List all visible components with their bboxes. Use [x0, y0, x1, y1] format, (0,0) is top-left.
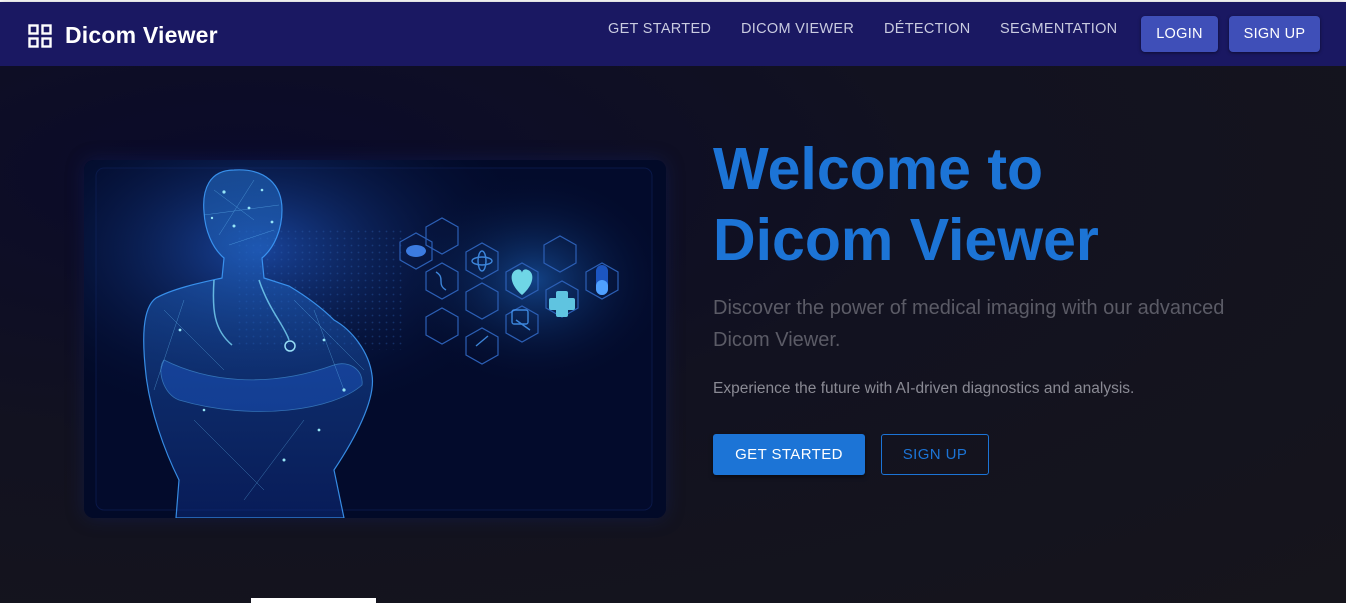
hero-title-line1: Welcome to	[713, 136, 1044, 202]
pill-icon	[406, 245, 426, 257]
hero-tagline: Experience the future with AI-driven dia…	[713, 380, 1135, 397]
nav-link-segmentation[interactable]: SEGMENTATION	[1000, 21, 1117, 37]
login-button[interactable]: LOGIN	[1141, 16, 1218, 52]
signup-nav-button[interactable]: SIGN UP	[1229, 16, 1320, 52]
hero-subtitle: Discover the power of medical imaging wi…	[713, 297, 1225, 351]
grid-apps-icon	[28, 23, 52, 48]
brand-title: Dicom Viewer	[65, 22, 218, 48]
hero-title-line2: Dicom Viewer	[713, 207, 1099, 273]
nav-link-get-started[interactable]: GET STARTED	[608, 21, 711, 37]
capsule-icon	[596, 265, 608, 295]
brand[interactable]: Dicom Viewer	[28, 22, 218, 49]
bottom-scroll-indicator	[251, 598, 376, 603]
hero-title: Welcome to Dicom Viewer	[713, 134, 1313, 276]
top-navbar: Dicom Viewer GET STARTED DICOM VIEWER DÉ…	[0, 2, 1346, 66]
hero-image	[84, 160, 666, 518]
nav-link-dicom-viewer[interactable]: DICOM VIEWER	[741, 21, 854, 37]
signup-hero-button[interactable]: SIGN UP	[881, 434, 989, 475]
nav-link-detection[interactable]: DÉTECTION	[884, 21, 970, 37]
get-started-button[interactable]: GET STARTED	[713, 434, 865, 475]
